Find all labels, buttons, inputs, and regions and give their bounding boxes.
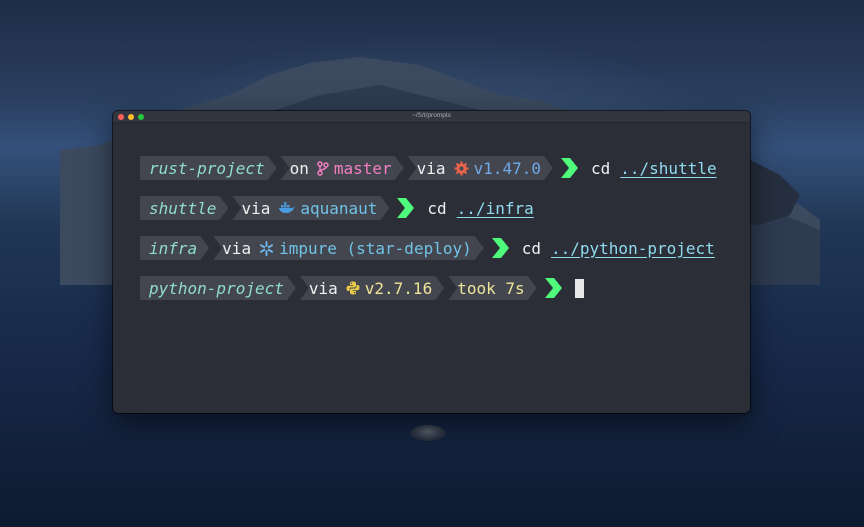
rust-gear-icon xyxy=(454,161,469,176)
rust-version: v1.47.0 xyxy=(473,158,541,178)
title-bar[interactable]: ~/S/t/prompts xyxy=(113,111,750,123)
branch-name: master xyxy=(333,158,392,178)
prompt-line: shuttle via aquanaut cd ../infra xyxy=(140,195,717,221)
nix-shell-env: impure (star-deploy) xyxy=(279,238,472,258)
duration-segment: took 7s xyxy=(448,276,536,300)
nix-snowflake-icon xyxy=(259,241,274,256)
command-duration: took 7s xyxy=(457,278,525,298)
command-text: cd xyxy=(427,198,447,218)
terminal-window[interactable]: ~/S/t/prompts rust-project on master via… xyxy=(113,111,750,413)
docker-context: aquanaut xyxy=(300,198,378,218)
prompt-line: rust-project on master via v1.47.0 cd ..… xyxy=(140,155,717,181)
directory-segment: shuttle xyxy=(140,196,228,220)
nix-segment: via impure (star-deploy) xyxy=(213,236,484,260)
python-icon xyxy=(346,281,360,295)
directory-label: shuttle xyxy=(149,198,217,218)
docker-segment: via aquanaut xyxy=(232,196,389,220)
via-label: via xyxy=(308,278,338,298)
desktop-rock xyxy=(410,425,446,441)
rust-segment: via v1.47.0 xyxy=(408,156,553,180)
command-text: cd xyxy=(591,158,611,178)
chevron-right-icon xyxy=(544,278,562,298)
command-argument[interactable]: ../shuttle xyxy=(620,159,716,178)
via-label: via xyxy=(241,198,271,218)
chevron-right-icon xyxy=(561,158,578,178)
command-argument[interactable]: ../infra xyxy=(457,199,534,218)
python-version: v2.7.16 xyxy=(364,278,433,298)
directory-segment: rust-project xyxy=(140,156,277,180)
directory-segment: infra xyxy=(140,236,209,260)
prompt-line: python-project via v2.7.16 took 7s xyxy=(140,275,717,301)
git-segment: on master xyxy=(281,156,404,180)
python-segment: via v2.7.16 xyxy=(300,276,444,300)
branch-prefix: on xyxy=(289,158,309,178)
docker-whale-icon xyxy=(278,202,295,215)
window-title: ~/S/t/prompts xyxy=(412,112,451,119)
directory-segment: python-project xyxy=(140,276,296,300)
directory-label: infra xyxy=(149,238,198,258)
terminal-output[interactable]: rust-project on master via v1.47.0 cd ..… xyxy=(140,155,717,315)
chevron-right-icon xyxy=(491,238,509,258)
via-label: via xyxy=(222,238,252,258)
via-label: via xyxy=(416,158,446,178)
directory-label: python-project xyxy=(149,278,284,298)
directory-label: rust-project xyxy=(149,158,265,178)
chevron-right-icon xyxy=(397,198,415,218)
command-argument[interactable]: ../python-project xyxy=(551,239,715,258)
git-branch-icon xyxy=(317,161,329,176)
text-cursor[interactable] xyxy=(574,278,584,298)
prompt-line: infra via impure (star-deploy) cd ../pyt… xyxy=(140,235,717,261)
command-text: cd xyxy=(521,238,541,258)
